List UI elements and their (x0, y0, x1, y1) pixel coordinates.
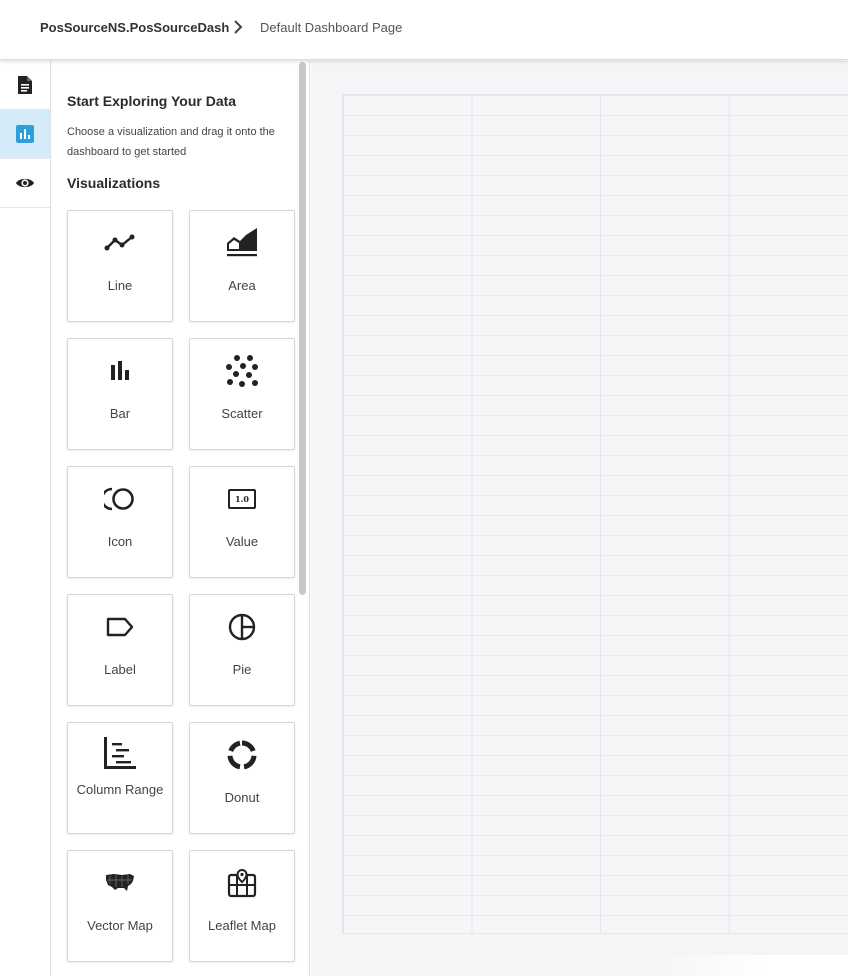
canvas-edge-shade (650, 955, 848, 976)
scatter-chart-icon (226, 355, 258, 387)
bar-chart-icon (16, 125, 34, 143)
value-widget-icon: 1.0 (228, 489, 256, 509)
bar-chart-icon (111, 361, 129, 380)
viz-label: Column Range (76, 782, 164, 797)
viz-tile-leaflet-map[interactable]: Leaflet Map (189, 850, 295, 962)
line-chart-icon (104, 234, 135, 251)
viz-label: Label (104, 662, 136, 677)
viz-tile-column-range[interactable]: Column Range (67, 722, 173, 834)
viz-tile-line[interactable]: Line (67, 210, 173, 322)
viz-tile-area[interactable]: Area (189, 210, 295, 322)
label-tag-icon (106, 617, 134, 637)
viz-tile-value[interactable]: 1.0 Value (189, 466, 295, 578)
leaflet-map-icon (227, 868, 257, 898)
viz-tile-icon[interactable]: Icon (67, 466, 173, 578)
section-title: Visualizations (67, 175, 161, 191)
viz-label: Value (225, 534, 259, 549)
panel-description: Choose a visualization and drag it onto … (67, 126, 275, 158)
viz-tile-bar[interactable]: Bar (67, 338, 173, 450)
viz-label: Area (228, 278, 256, 293)
viz-tile-pie[interactable]: Pie (189, 594, 295, 706)
top-bar: PosSourceNS.PosSourceDash Default Dashbo… (0, 0, 848, 60)
dashboard-grid[interactable] (342, 94, 848, 934)
viz-tile-vector-map[interactable]: Vector Map (67, 850, 173, 962)
viz-label: Scatter (221, 406, 263, 421)
rail-item-pages[interactable] (0, 61, 50, 110)
document-icon (18, 76, 32, 94)
column-range-icon (104, 737, 136, 769)
donut-chart-icon (227, 740, 257, 770)
breadcrumb-page: Default Dashboard Page (260, 20, 403, 35)
viz-label: Leaflet Map (208, 918, 276, 933)
viz-label: Donut (224, 790, 260, 805)
viz-label: Line (107, 278, 133, 293)
area-chart-icon (227, 228, 257, 257)
breadcrumb-root[interactable]: PosSourceNS.PosSourceDash (40, 20, 229, 35)
viz-tile-label[interactable]: Label (67, 594, 173, 706)
panel-title: Start Exploring Your Data (67, 93, 237, 109)
chevron-right-icon (234, 20, 243, 34)
vector-map-icon (106, 874, 134, 891)
viz-tile-donut[interactable]: Donut (189, 722, 295, 834)
viz-label: Bar (109, 406, 131, 421)
pie-chart-icon (228, 613, 256, 641)
rail-item-visualizations[interactable] (0, 110, 50, 159)
viz-label: Vector Map (87, 918, 153, 933)
panel-scrollbar[interactable] (299, 62, 306, 595)
viz-label: Icon (107, 534, 133, 549)
icon-rail (0, 61, 51, 976)
eye-icon (16, 178, 34, 188)
viz-label: Pie (232, 662, 252, 677)
icon-widget-icon (104, 487, 134, 511)
rail-item-preview[interactable] (0, 159, 50, 208)
visualizations-panel: Start Exploring Your Data Choose a visua… (51, 61, 310, 976)
viz-tile-scatter[interactable]: Scatter (189, 338, 295, 450)
